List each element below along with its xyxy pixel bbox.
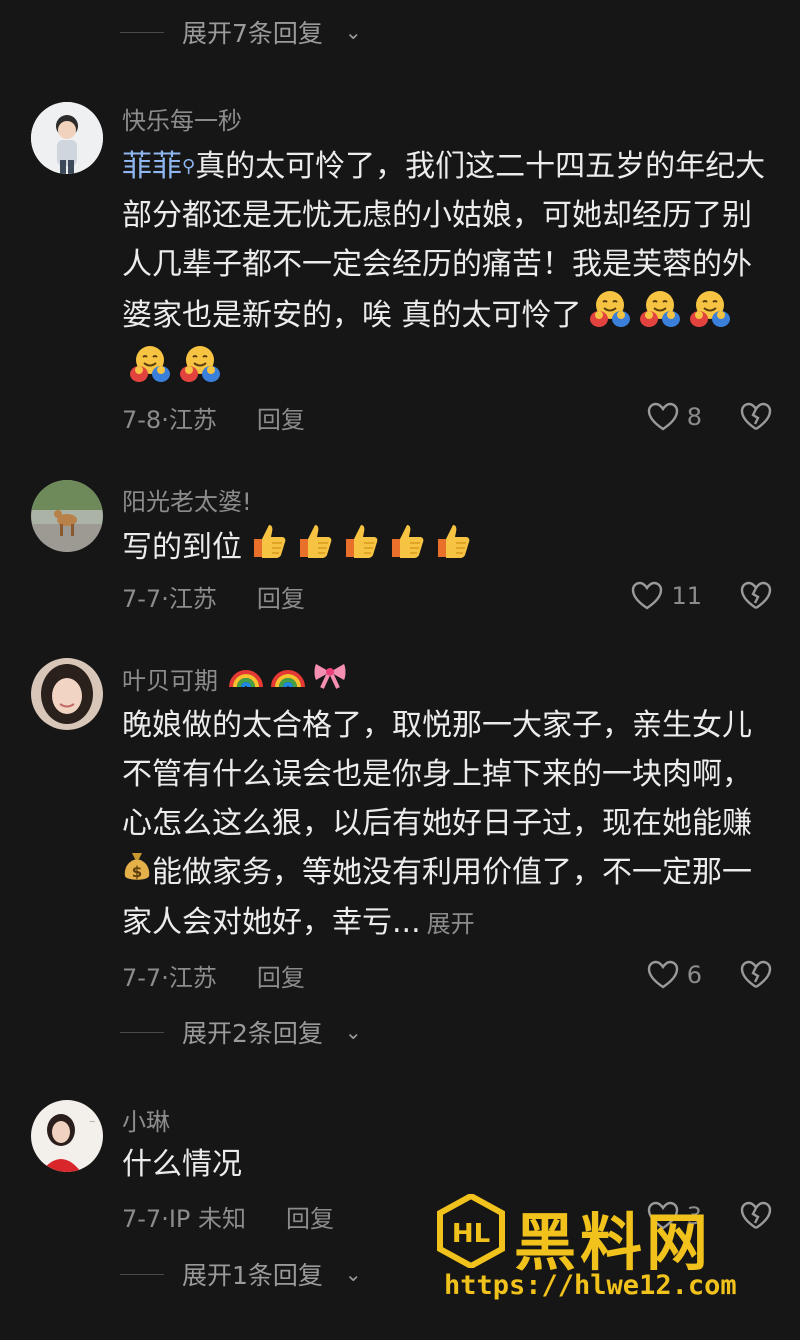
reply-button[interactable]: 回复 [257, 958, 305, 993]
date-location: 7-7·江苏 [122, 963, 217, 992]
chevron-down-icon: ⌄ [344, 1020, 362, 1044]
svg-text:$: $ [132, 863, 142, 881]
comment-username[interactable]: 叶贝可期 [122, 660, 348, 696]
broken-heart-icon [740, 581, 772, 609]
chevron-down-icon: ⌄ [344, 20, 362, 44]
ribbon-emoji [312, 660, 348, 696]
comment-text-content: 晚娘做的太合格了，取悦那一大家子，亲生女儿不管有什么误会也是你身上掉下来的一块肉… [122, 708, 752, 841]
expand-replies-label: 展开2条回复 [182, 1019, 323, 1048]
dislike-button[interactable] [740, 402, 772, 432]
date-location: 7-7·IP 未知 [122, 1204, 247, 1233]
broken-heart-icon [740, 402, 772, 430]
comment-username[interactable]: 快乐每一秒 [122, 101, 242, 136]
search-icon: ⚲ [182, 156, 196, 177]
expand-replies-label: 展开7条回复 [182, 19, 323, 48]
dislike-button[interactable] [740, 960, 772, 990]
watermark-logo-icon: HL [437, 1194, 505, 1268]
comment-meta: 7-7·江苏 回复 6 [122, 957, 772, 993]
thumbs-up-emoji-group [242, 525, 472, 565]
broken-heart-icon [740, 960, 772, 988]
divider [120, 31, 164, 33]
watermark-title: 黑料网 [514, 1206, 713, 1279]
rainbow-emoji [228, 661, 264, 695]
expand-replies-button[interactable]: 展开2条回复 ⌄ [120, 1014, 362, 1050]
username-text: 叶贝可期 [122, 666, 218, 695]
watermark: HL 黑料网 https://hlwe12.com [436, 1190, 786, 1310]
like-count: 11 [671, 582, 702, 610]
thumbs-up-emoji [340, 521, 380, 576]
mention-link[interactable]: 菲菲⚲ [122, 149, 195, 184]
thumbs-up-emoji [248, 521, 288, 576]
expand-replies-button[interactable]: 展开7条回复 ⌄ [120, 14, 362, 50]
thumbs-up-emoji [386, 521, 426, 576]
hugging-face-emoji [128, 344, 172, 399]
hugging-face-emoji [588, 289, 632, 344]
date-location: 7-8·江苏 [122, 405, 217, 434]
comment-text: 什么情况 [122, 1147, 242, 1182]
comment-text: 晚娘做的太合格了，取悦那一大家子，亲生女儿不管有什么误会也是你身上掉下来的一块肉… [122, 701, 770, 949]
svg-text:HL: HL [452, 1219, 490, 1249]
rainbow-emoji [270, 661, 306, 695]
comment-text: 菲菲⚲真的太可怜了，我们这二十四五岁的年纪大部分都还是无忧无虑的小姑娘，可她却经… [122, 142, 770, 399]
avatar[interactable] [31, 102, 103, 174]
hugging-face-emoji [688, 289, 732, 344]
like-button[interactable]: 6 [647, 960, 702, 990]
avatar[interactable] [31, 480, 103, 552]
hugging-face-emoji [178, 344, 222, 399]
heart-icon [632, 581, 663, 610]
watermark-url: https://hlwe12.com [444, 1270, 737, 1301]
comment-username[interactable]: 阳光老太婆! [122, 482, 252, 517]
avatar[interactable] [31, 658, 103, 730]
chevron-down-icon: ⌄ [344, 1262, 362, 1286]
dislike-button[interactable] [740, 581, 772, 611]
heart-icon [647, 402, 678, 431]
like-count: 6 [686, 961, 702, 989]
thumbs-up-emoji [294, 521, 334, 576]
expand-replies-button[interactable]: 展开1条回复 ⌄ [120, 1256, 362, 1292]
expand-replies-label: 展开1条回复 [182, 1261, 323, 1290]
avatar[interactable]: ~ [31, 1100, 103, 1172]
svg-text:~: ~ [89, 1117, 96, 1126]
comment-text: 写的到位 [122, 521, 770, 576]
like-button[interactable]: 11 [631, 581, 702, 611]
hugging-face-emoji [638, 289, 682, 344]
reply-button[interactable]: 回复 [257, 579, 305, 614]
like-count: 8 [686, 403, 702, 431]
date-location: 7-7·江苏 [122, 584, 217, 613]
divider [120, 1031, 164, 1033]
expand-text-link[interactable]: 展开 [427, 910, 475, 938]
comment-meta: 7-7·江苏 回复 11 [122, 578, 772, 614]
heart-icon [647, 960, 678, 989]
comment-username[interactable]: 小琳 [122, 1102, 170, 1137]
username-emoji-group [222, 660, 348, 696]
comment-meta: 7-8·江苏 回复 8 [122, 399, 772, 435]
comment-text-content: 写的到位 [122, 530, 242, 565]
divider [120, 1273, 164, 1275]
reply-button[interactable]: 回复 [257, 400, 305, 435]
reply-button[interactable]: 回复 [286, 1199, 334, 1234]
money-bag-emoji: $ [122, 849, 152, 898]
like-button[interactable]: 8 [647, 402, 702, 432]
thumbs-up-emoji [432, 521, 472, 576]
